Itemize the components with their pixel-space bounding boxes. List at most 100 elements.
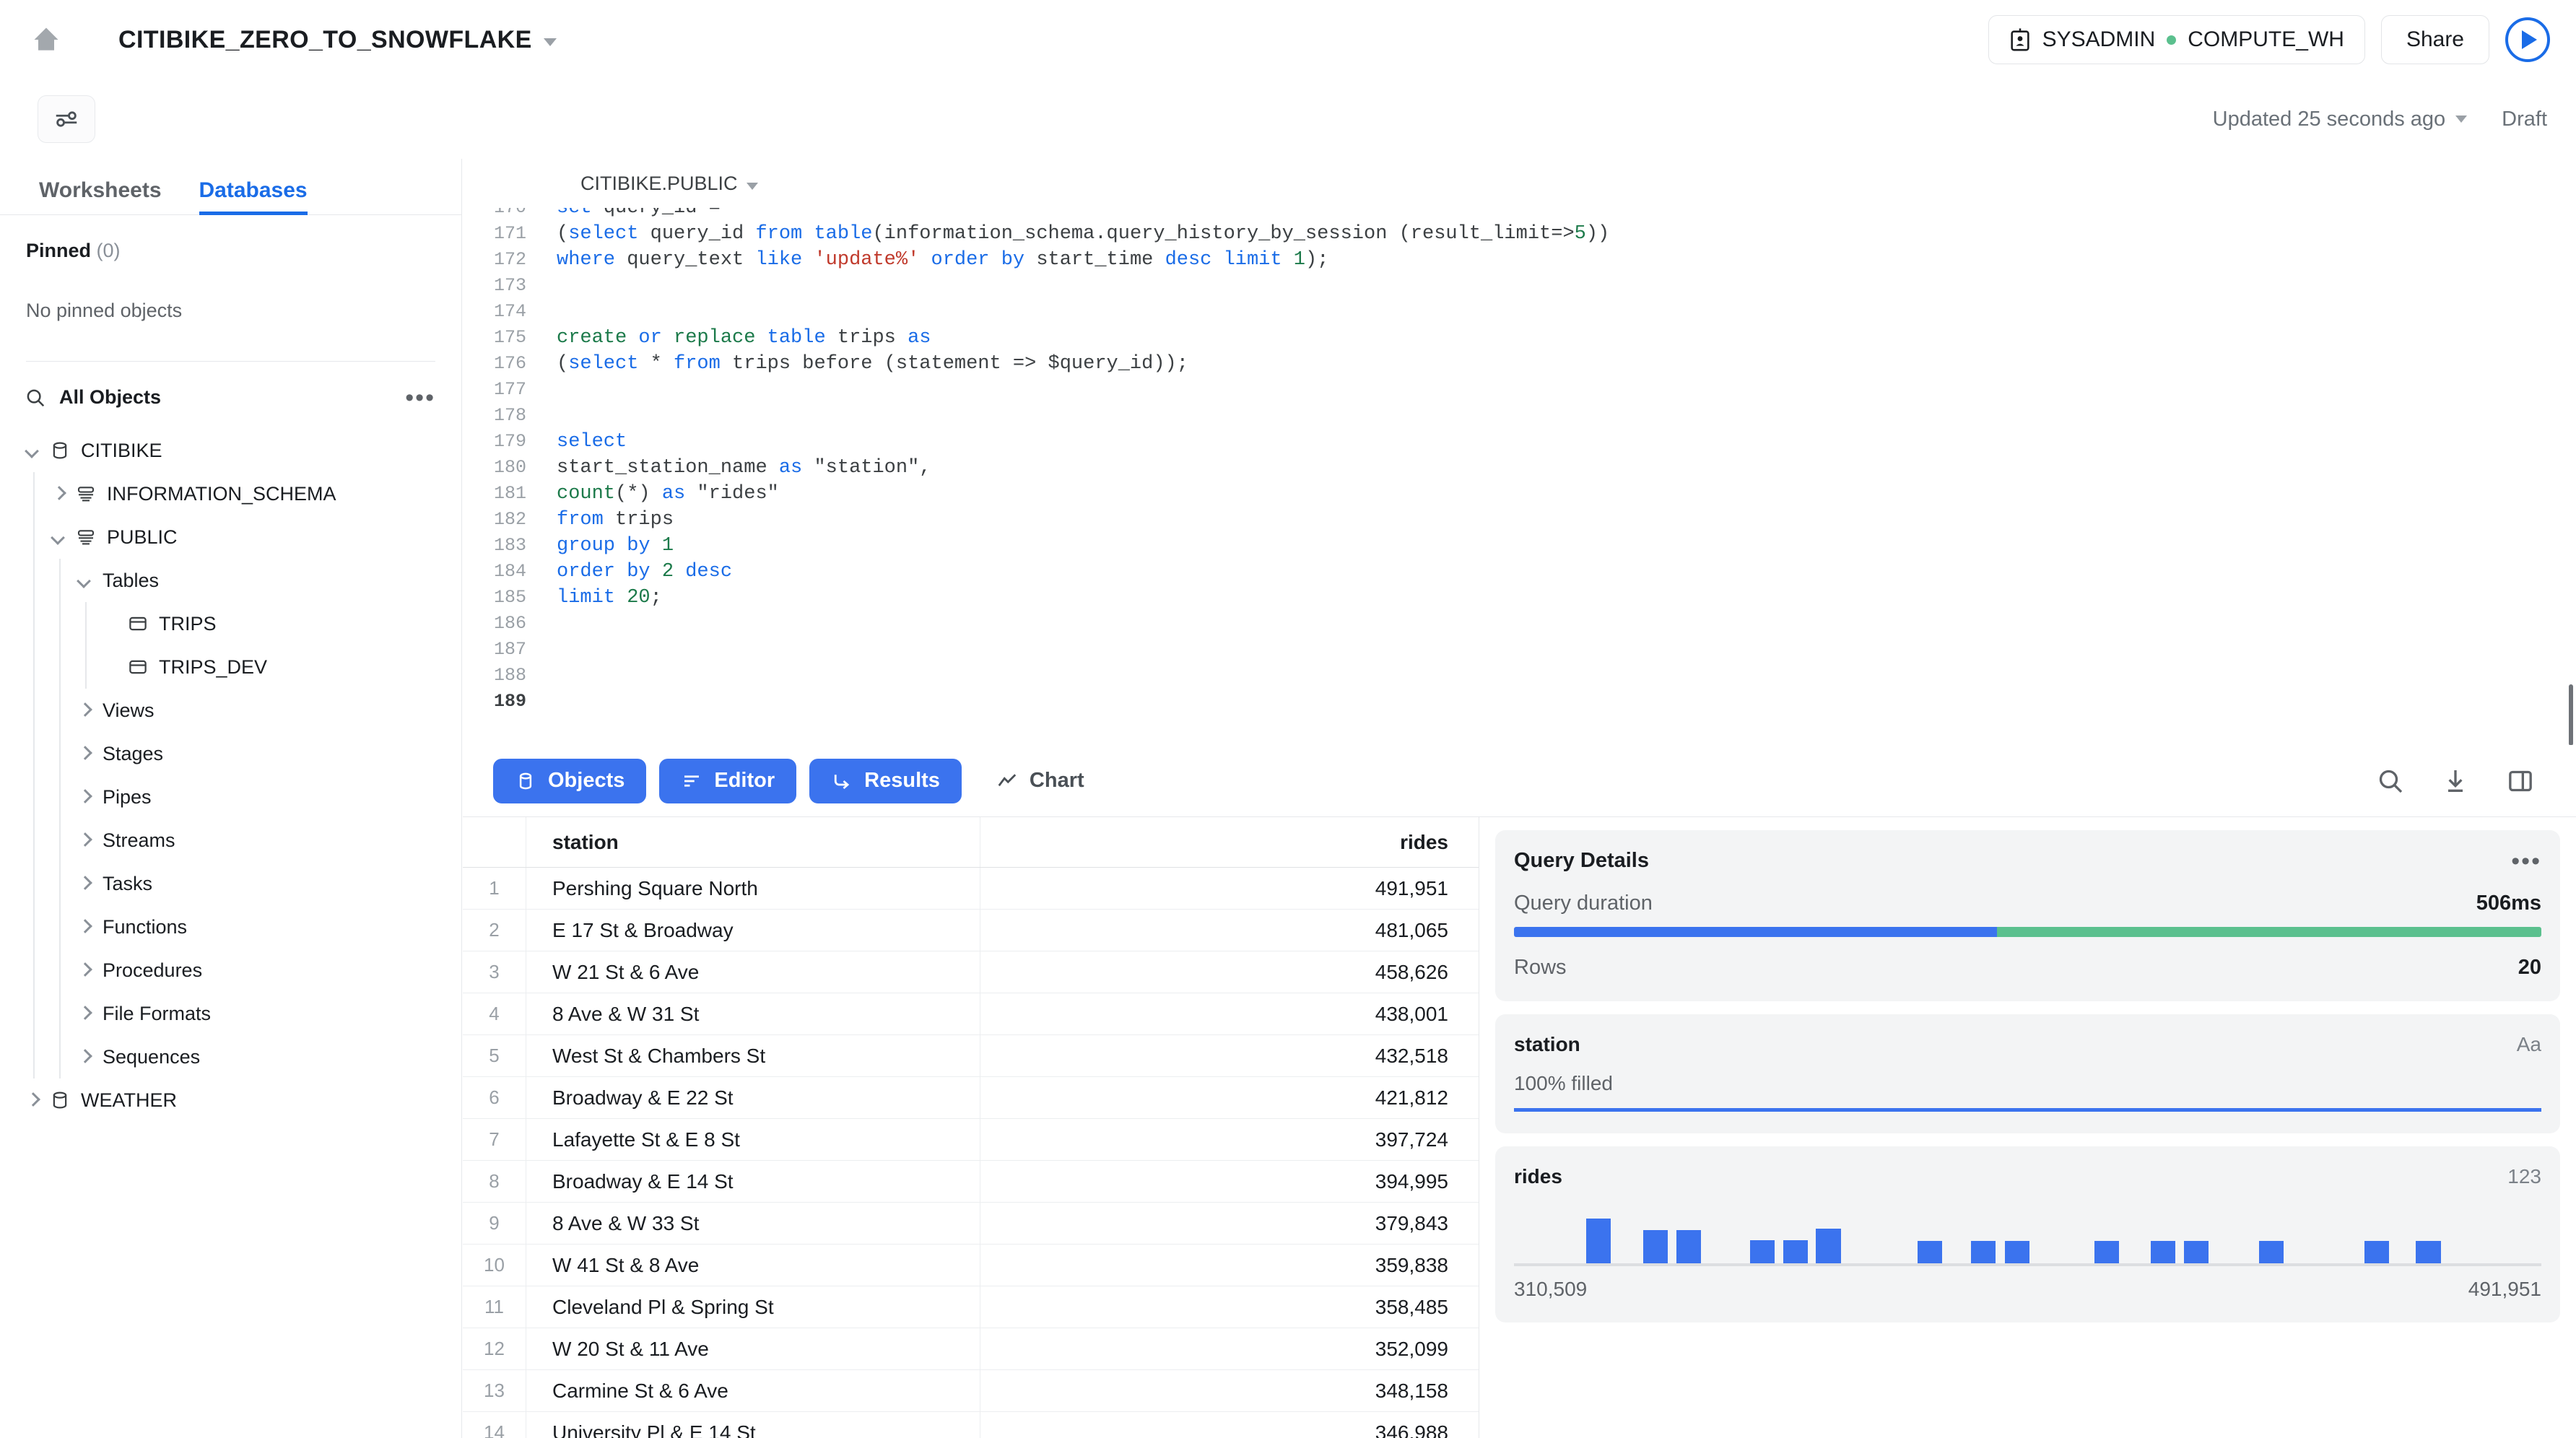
home-icon[interactable] [26,19,66,60]
chevron-right-icon[interactable] [77,1049,92,1065]
chevron-down-icon[interactable] [51,529,66,545]
chevron-right-icon[interactable] [77,1006,92,1021]
table-row[interactable]: 3W 21 St & 6 Ave 458,626 [463,951,1479,993]
tab-editor[interactable]: Editor [659,758,797,803]
more-options-icon[interactable]: ••• [2511,849,2541,873]
table-row[interactable]: 98 Ave & W 33 St 379,843 [463,1203,1479,1245]
table-row[interactable]: 13 Carmine St & 6 Ave 348,158 [463,1370,1479,1412]
cell-station[interactable]: University Pl & E 14 St [526,1412,980,1438]
download-icon[interactable] [2439,764,2472,798]
tab-worksheets[interactable]: Worksheets [20,178,180,214]
code-line[interactable]: select [557,429,2576,455]
role-warehouse-selector[interactable]: SYSADMIN COMPUTE_WH [1988,15,2365,64]
tab-objects[interactable]: Objects [493,758,647,803]
chevron-right-icon[interactable] [77,876,92,892]
cell-rides[interactable]: 394,995 [980,1161,1479,1202]
table-row[interactable]: 11 Cleveland Pl & Spring St 358,485 [463,1286,1479,1328]
table-row[interactable]: 6 Broadway & E 22 St 421,812 [463,1077,1479,1119]
code-line[interactable]: set query_id = [557,208,2576,221]
code-line[interactable]: where query_text like 'update%' order by… [557,247,2576,273]
share-button[interactable]: Share [2380,15,2489,64]
table-row[interactable]: 14 University Pl & E 14 St 346,988 [463,1412,1479,1438]
code-line[interactable] [557,637,2576,663]
tree-item-trips-dev[interactable]: TRIPS_DEV [0,645,461,689]
chevron-right-icon[interactable] [25,1092,40,1108]
cell-station[interactable]: 8 Ave & W 33 St [526,1203,980,1244]
search-icon[interactable] [2374,764,2407,798]
code-line[interactable]: from trips [557,507,2576,533]
code-line[interactable] [557,299,2576,325]
table-row[interactable]: 8 Broadway & E 14 St 394,995 [463,1161,1479,1203]
chevron-right-icon[interactable] [77,832,92,848]
code-line[interactable] [557,689,2576,715]
cell-rides[interactable]: 359,838 [980,1245,1479,1286]
column-header-rides[interactable]: rides [980,817,1479,867]
cell-station[interactable]: Broadway & E 14 St [526,1161,980,1202]
code-line[interactable] [557,403,2576,429]
tree-item-views[interactable]: Views [0,689,461,732]
code-line[interactable]: (select query_id from table(information_… [557,221,2576,247]
tree-item-citibike[interactable]: CITIBIKE [0,429,461,472]
worksheet-settings-button[interactable] [38,95,95,143]
cell-rides[interactable]: 397,724 [980,1119,1479,1160]
tree-item-procedures[interactable]: Procedures [0,949,461,992]
cell-station[interactable]: Lafayette St & E 8 St [526,1119,980,1160]
cell-rides[interactable]: 346,988 [980,1412,1479,1438]
table-row[interactable]: 2E 17 St & Broadway 481,065 [463,910,1479,951]
cell-rides[interactable]: 352,099 [980,1328,1479,1369]
tree-item-trips[interactable]: TRIPS [0,602,461,645]
cell-station[interactable]: W 20 St & 11 Ave [526,1328,980,1369]
code-line[interactable]: group by 1 [557,533,2576,559]
page-title[interactable]: CITIBIKE_ZERO_TO_SNOWFLAKE [66,26,557,54]
code-line[interactable]: count(*) as "rides" [557,481,2576,507]
cell-station[interactable]: Cleveland Pl & Spring St [526,1286,980,1328]
code-lines[interactable]: set query_id = (select query_id from tabl… [557,208,2576,715]
tree-item-information-schema[interactable]: INFORMATION_SCHEMA [0,472,461,515]
cell-rides[interactable]: 348,158 [980,1370,1479,1411]
chevron-right-icon[interactable] [51,486,66,502]
tree-item-pipes[interactable]: Pipes [0,775,461,819]
tree-item-file-formats[interactable]: File Formats [0,992,461,1035]
code-line[interactable] [557,377,2576,403]
column-header-station[interactable]: station [526,817,980,867]
chevron-right-icon[interactable] [77,919,92,935]
tree-item-weather[interactable]: WEATHER [0,1078,461,1122]
editor-scrollbar[interactable] [2569,684,2573,745]
cell-station[interactable]: Broadway & E 22 St [526,1077,980,1118]
all-objects-row[interactable]: All Objects ••• [0,362,461,410]
results-table[interactable]: station rides 1 Pershing Square North 491,95… [463,817,1479,1438]
chevron-right-icon[interactable] [77,702,92,718]
cell-rides[interactable]: 491,951 [980,868,1479,909]
cell-station[interactable]: W 41 St & 8 Ave [526,1245,980,1286]
code-line[interactable]: create or replace table trips as [557,325,2576,351]
cell-station[interactable]: E 17 St & Broadway [526,910,980,951]
tab-results[interactable]: Results [809,758,962,803]
table-row[interactable]: 10 W 41 St & 8 Ave 359,838 [463,1245,1479,1286]
cell-station[interactable]: West St & Chambers St [526,1035,980,1076]
cell-station[interactable]: W 21 St & 6 Ave [526,951,980,993]
tab-chart[interactable]: Chart [975,759,1106,803]
tree-item-streams[interactable]: Streams [0,819,461,862]
code-line[interactable]: (select * from trips before (statement =… [557,351,2576,377]
tree-item-tasks[interactable]: Tasks [0,862,461,905]
cell-rides[interactable]: 458,626 [980,951,1479,993]
tab-databases[interactable]: Databases [180,178,326,215]
cell-rides[interactable]: 481,065 [980,910,1479,951]
code-line[interactable] [557,273,2576,299]
table-row[interactable]: 12 W 20 St & 11 Ave 352,099 [463,1328,1479,1370]
more-options-icon[interactable]: ••• [405,385,435,410]
chevron-down-icon[interactable] [77,572,92,588]
split-pane-icon[interactable] [2504,764,2537,798]
chevron-right-icon[interactable] [77,746,92,762]
table-row[interactable]: 1 Pershing Square North 491,951 [463,868,1479,910]
tree-item-functions[interactable]: Functions [0,905,461,949]
code-line[interactable] [557,663,2576,689]
cell-rides[interactable]: 432,518 [980,1035,1479,1076]
cell-rides[interactable]: 379,843 [980,1203,1479,1244]
chevron-down-icon[interactable] [25,443,40,458]
cell-rides[interactable]: 358,485 [980,1286,1479,1328]
cell-station[interactable]: 8 Ave & W 31 St [526,993,980,1034]
run-query-button[interactable] [2505,17,2550,62]
tree-item-stages[interactable]: Stages [0,732,461,775]
table-row[interactable]: 48 Ave & W 31 St 438,001 [463,993,1479,1035]
